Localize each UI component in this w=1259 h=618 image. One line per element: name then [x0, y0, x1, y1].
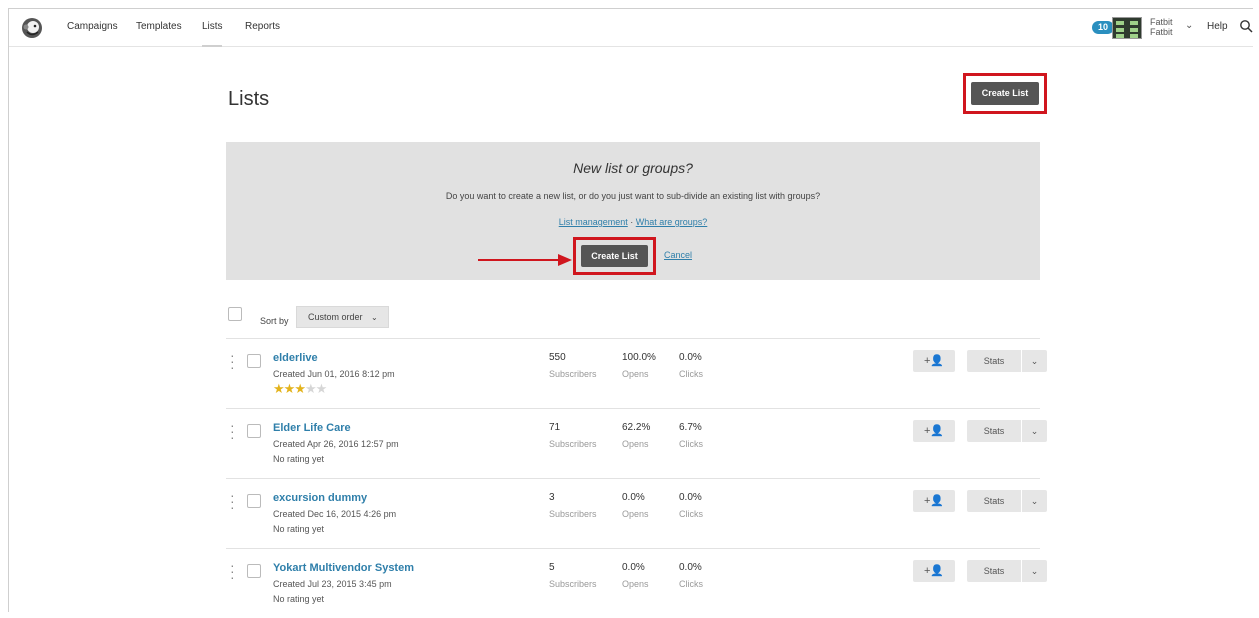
star-rating[interactable]: ★★★★★ [273, 381, 327, 397]
list-created-date: Created Jun 01, 2016 8:12 pm [273, 369, 395, 379]
subscribers-count: 71 [549, 422, 561, 433]
drag-handle-icon[interactable]: · · · [230, 558, 235, 584]
list-created-date: Created Apr 26, 2016 12:57 pm [273, 439, 399, 449]
app-window: Campaigns Templates Lists Reports 10 Fat… [8, 8, 1253, 612]
list-row: · · · elderlive Created Jun 01, 2016 8:12 pm… [226, 338, 1047, 408]
nav-campaigns[interactable]: Campaigns [67, 21, 118, 32]
panel-links: List management · What are groups? [226, 217, 1040, 227]
opens-rate: 100.0% [622, 352, 656, 363]
what-are-groups-link[interactable]: What are groups? [636, 217, 708, 227]
stats-button[interactable]: Stats [967, 420, 1021, 442]
sort-select[interactable]: Custom order ⌄ [296, 306, 389, 328]
stats-menu-chevron-down-icon[interactable]: ⌄ [1022, 420, 1047, 442]
row-checkbox[interactable] [247, 494, 261, 508]
stats-menu-chevron-down-icon[interactable]: ⌄ [1022, 490, 1047, 512]
search-icon[interactable] [1239, 19, 1253, 33]
list-name-link[interactable]: elderlive [273, 352, 318, 364]
drag-handle-icon[interactable]: · · · [230, 348, 235, 374]
drag-handle-icon[interactable]: · · · [230, 418, 235, 444]
chevron-down-icon: ⌄ [371, 313, 378, 322]
list-name-link[interactable]: Yokart Multivendor System [273, 562, 414, 574]
list-created-date: Created Dec 16, 2015 4:26 pm [273, 509, 397, 519]
list-created-date: Created Jul 23, 2015 3:45 pm [273, 579, 392, 589]
list-row: · · · Elder Life Care Created Apr 26, 2016 1… [226, 408, 1047, 478]
stats-menu-chevron-down-icon[interactable]: ⌄ [1022, 350, 1047, 372]
top-nav: Campaigns Templates Lists Reports 10 Fat… [9, 9, 1253, 47]
add-subscriber-button[interactable]: +👤 [913, 490, 955, 512]
row-checkbox[interactable] [247, 354, 261, 368]
row-checkbox[interactable] [247, 424, 261, 438]
mailchimp-logo-icon[interactable] [21, 17, 43, 39]
list-management-link[interactable]: List management [559, 217, 628, 227]
link-separator: · [627, 217, 636, 227]
subscribers-label: Subscribers [549, 579, 597, 589]
help-link[interactable]: Help [1207, 21, 1228, 32]
stats-menu-chevron-down-icon[interactable]: ⌄ [1022, 560, 1047, 582]
add-subscriber-button[interactable]: +👤 [913, 560, 955, 582]
subscribers-label: Subscribers [549, 509, 597, 519]
drag-handle-icon[interactable]: · · · [230, 488, 235, 514]
nav-reports[interactable]: Reports [245, 21, 280, 32]
chevron-down-icon[interactable]: ⌄ [1185, 20, 1193, 31]
create-list-button[interactable]: Create List [971, 82, 1039, 105]
add-user-icon: +👤 [923, 425, 945, 437]
clicks-rate: 0.0% [679, 562, 702, 573]
opens-label: Opens [622, 579, 649, 589]
panel-create-list-button[interactable]: Create List [581, 245, 648, 267]
opens-label: Opens [622, 439, 649, 449]
cancel-link[interactable]: Cancel [664, 250, 692, 260]
clicks-rate: 0.0% [679, 352, 702, 363]
rating-text: No rating yet [273, 594, 325, 604]
nav-templates[interactable]: Templates [136, 21, 182, 32]
sort-label: Sort by [260, 316, 289, 326]
opens-label: Opens [622, 369, 649, 379]
panel-title: New list or groups? [573, 160, 693, 176]
rating-text: No rating yet [273, 454, 325, 464]
nav-lists[interactable]: Lists [202, 21, 223, 32]
sort-selected-value: Custom order [308, 312, 363, 322]
add-user-icon: +👤 [923, 355, 945, 367]
add-user-icon: +👤 [923, 495, 945, 507]
subscribers-count: 550 [549, 352, 566, 363]
select-all-checkbox[interactable] [228, 307, 242, 321]
stats-button[interactable]: Stats [967, 560, 1021, 582]
opens-rate: 0.0% [622, 562, 645, 573]
subscribers-label: Subscribers [549, 369, 597, 379]
clicks-rate: 0.0% [679, 492, 702, 503]
clicks-rate: 6.7% [679, 422, 702, 433]
notification-badge[interactable]: 10 [1092, 21, 1114, 34]
clicks-label: Clicks [679, 439, 703, 449]
clicks-label: Clicks [679, 369, 703, 379]
account-org: Fatbit [1150, 27, 1173, 37]
subscribers-count: 5 [549, 562, 555, 573]
opens-rate: 0.0% [622, 492, 645, 503]
panel-description: Do you want to create a new list, or do … [445, 191, 821, 201]
stats-button[interactable]: Stats [967, 490, 1021, 512]
add-user-icon: +👤 [923, 565, 945, 577]
account-name: Fatbit [1150, 17, 1173, 27]
list-row: · · · Yokart Multivendor System Created Jul … [226, 548, 1047, 612]
stats-button[interactable]: Stats [967, 350, 1021, 372]
nav-active-indicator [202, 45, 222, 47]
clicks-label: Clicks [679, 509, 703, 519]
add-subscriber-button[interactable]: +👤 [913, 420, 955, 442]
clicks-label: Clicks [679, 579, 703, 589]
account-menu[interactable]: Fatbit Fatbit [1150, 17, 1173, 37]
red-arrow-icon [478, 254, 572, 266]
list-row: · · · excursion dummy Created Dec 16, 2015 4… [226, 478, 1047, 548]
opens-rate: 62.2% [622, 422, 651, 433]
account-avatar[interactable] [1112, 17, 1142, 39]
subscribers-count: 3 [549, 492, 555, 503]
add-subscriber-button[interactable]: +👤 [913, 350, 955, 372]
row-checkbox[interactable] [247, 564, 261, 578]
subscribers-label: Subscribers [549, 439, 597, 449]
opens-label: Opens [622, 509, 649, 519]
list-name-link[interactable]: Elder Life Care [273, 422, 351, 434]
list-name-link[interactable]: excursion dummy [273, 492, 367, 504]
rating-text: No rating yet [273, 524, 325, 534]
page-title: Lists [228, 88, 270, 110]
